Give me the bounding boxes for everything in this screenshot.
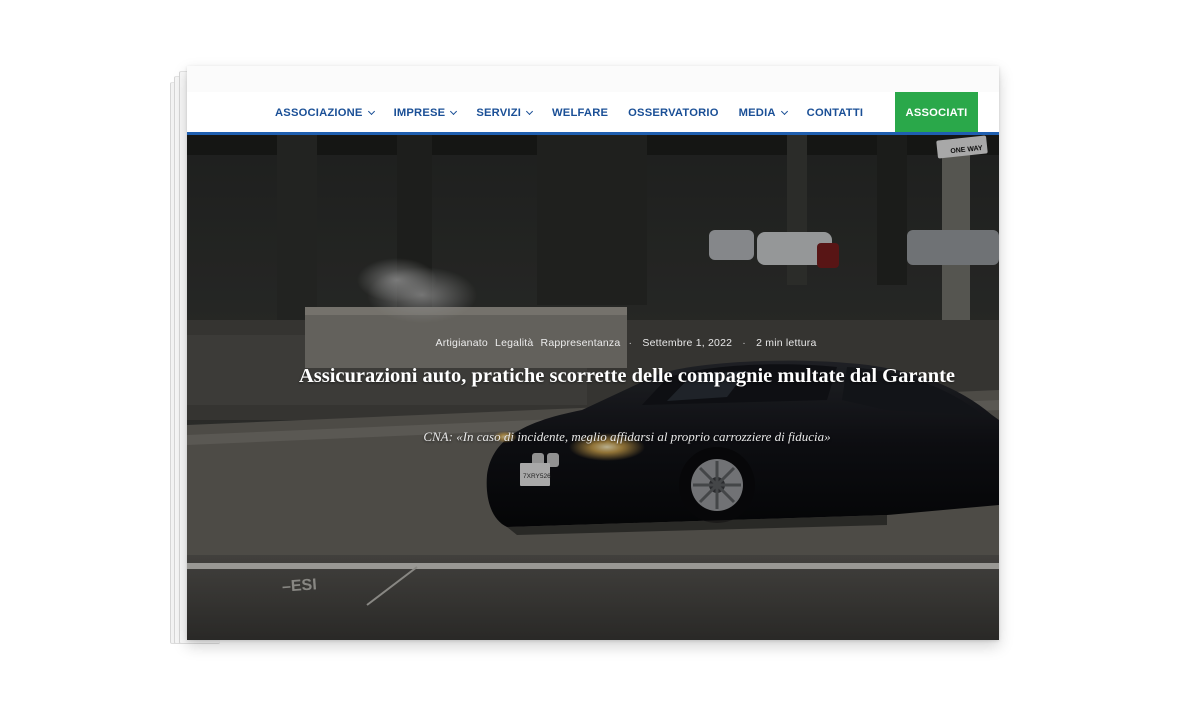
article-subtitle: CNA: «In caso di incidente, meglio affid…	[423, 429, 831, 444]
chevron-down-icon	[450, 107, 458, 115]
nav-item-label: SERVIZI	[476, 106, 522, 119]
meta-separator: ·	[628, 337, 633, 349]
nav-item-label: CONTATTI	[806, 106, 864, 119]
main-navigation: ASSOCIAZIONE IMPRESE SERVIZI WELFARE OSS…	[187, 92, 999, 133]
nav-item-welfare[interactable]: WELFARE	[552, 107, 608, 119]
nav-item-label: OSSERVATORIO	[628, 106, 719, 119]
mockup-scene: ASSOCIAZIONE IMPRESE SERVIZI WELFARE OSS…	[0, 0, 1200, 719]
article-title: Assicurazioni auto, pratiche scorrette d…	[298, 365, 956, 387]
category-link-rappresentanza[interactable]: Rappresentanza	[541, 337, 621, 349]
article-date: Settembre 1, 2022	[642, 337, 733, 349]
nav-item-imprese[interactable]: IMPRESE	[393, 106, 458, 119]
nav-menu: ASSOCIAZIONE IMPRESE SERVIZI WELFARE OSS…	[275, 92, 883, 133]
nav-item-label: ASSOCIAZIONE	[275, 106, 363, 119]
website-page: ASSOCIAZIONE IMPRESE SERVIZI WELFARE OSS…	[187, 66, 999, 640]
category-link-legalita[interactable]: Legalità	[495, 337, 533, 349]
associati-button[interactable]: ASSOCIATI	[895, 92, 978, 133]
nav-item-contatti[interactable]: CONTATTI	[807, 107, 864, 119]
chevron-down-icon	[367, 107, 375, 115]
nav-item-servizi[interactable]: SERVIZI	[476, 106, 534, 119]
nav-item-label: IMPRESE	[393, 106, 446, 119]
read-time: 2 min lettura	[756, 337, 817, 349]
nav-item-osservatorio[interactable]: OSSERVATORIO	[628, 107, 718, 119]
top-strip	[187, 66, 999, 93]
meta-separator: ·	[742, 337, 746, 349]
nav-item-label: MEDIA	[738, 106, 776, 119]
nav-item-media[interactable]: MEDIA	[738, 106, 788, 119]
chevron-down-icon	[780, 107, 788, 115]
article-meta: Artigianato Legalità Rappresentanza · Se…	[187, 337, 999, 349]
nav-item-associazione[interactable]: ASSOCIAZIONE	[275, 106, 375, 119]
hero-section: ONE WAY –ESI 7XRY526 Artigianato Legalit…	[187, 135, 999, 640]
nav-item-label: WELFARE	[552, 106, 609, 119]
chevron-down-icon	[526, 107, 534, 115]
category-link-artigianato[interactable]: Artigianato	[436, 337, 488, 349]
